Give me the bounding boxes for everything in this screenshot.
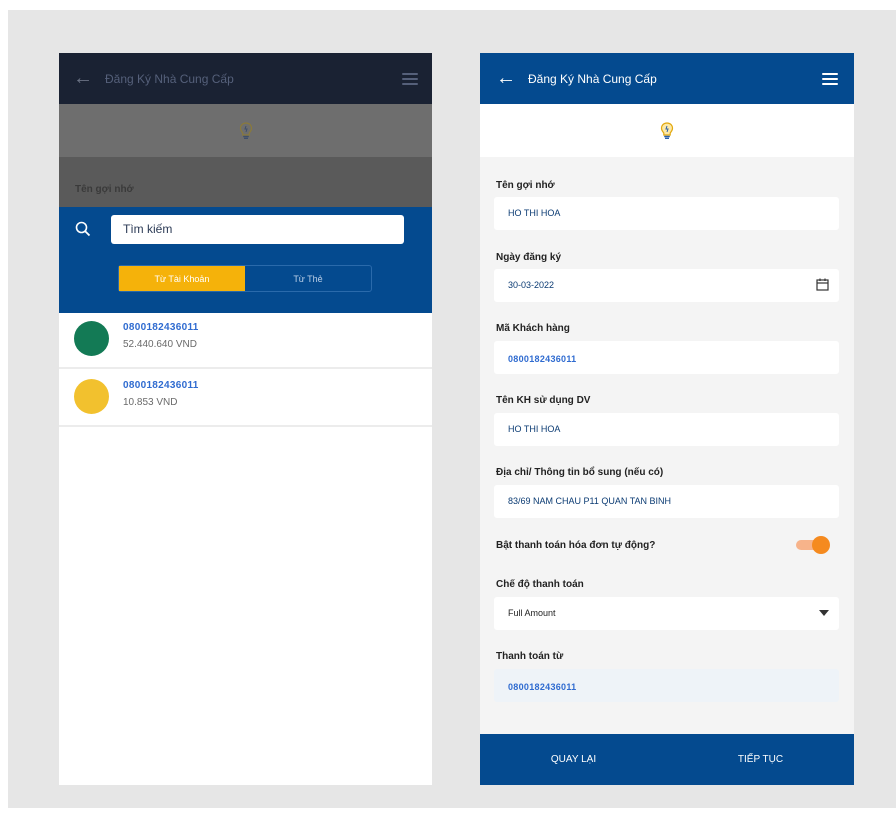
account-list-item[interactable]: 0800182436011 52.440.640 VND bbox=[59, 313, 432, 369]
app-bar-dimmed: ← Đăng Ký Nhà Cung Cấp bbox=[59, 53, 432, 104]
customer-code-label: Mã Khách hàng bbox=[496, 323, 570, 334]
auto-pay-label: Bật thanh toán hóa đơn tự động? bbox=[496, 540, 656, 551]
hamburger-menu-icon[interactable] bbox=[402, 72, 418, 85]
lightbulb-icon bbox=[660, 121, 674, 139]
account-balance: 52.440.640 VND bbox=[123, 339, 197, 350]
auto-pay-toggle[interactable] bbox=[796, 536, 830, 554]
account-number: 0800182436011 bbox=[123, 322, 199, 333]
account-avatar bbox=[74, 379, 109, 414]
account-list-item[interactable]: 0800182436011 10.853 VND bbox=[59, 371, 432, 427]
pay-from-label: Thanh toán từ bbox=[496, 651, 564, 662]
account-avatar bbox=[74, 321, 109, 356]
nickname-field[interactable]: HO THI HOA bbox=[494, 197, 839, 230]
app-bar: ← Đăng Ký Nhà Cung Cấp bbox=[480, 53, 854, 104]
account-picker-screen: ← Đăng Ký Nhà Cung Cấp Tên gợi nhớ Tìm k… bbox=[59, 53, 432, 785]
toggle-knob bbox=[812, 536, 830, 554]
search-input[interactable]: Tìm kiếm bbox=[111, 215, 404, 244]
nickname-label-dimmed: Tên gợi nhớ bbox=[75, 184, 134, 195]
account-balance: 10.853 VND bbox=[123, 397, 178, 408]
service-user-label: Tên KH sử dụng DV bbox=[496, 395, 591, 406]
calendar-icon[interactable] bbox=[816, 278, 829, 291]
register-date-label: Ngày đăng ký bbox=[496, 252, 562, 263]
pay-from-field[interactable]: 0800182436011 bbox=[494, 669, 839, 702]
hamburger-menu-icon[interactable] bbox=[822, 72, 838, 85]
bottom-action-bar: QUAY LẠI TIẾP TỤC bbox=[480, 734, 854, 785]
search-panel: Tìm kiếm Từ Tài Khoản Từ Thẻ bbox=[59, 207, 432, 313]
arrow-left-icon[interactable]: ← bbox=[73, 67, 105, 90]
caret-down-icon bbox=[819, 610, 829, 616]
customer-code-field[interactable]: 0800182436011 bbox=[494, 341, 839, 374]
payment-mode-label: Chế độ thanh toán bbox=[496, 579, 584, 590]
logo-area bbox=[480, 104, 854, 157]
app-bar-title: Đăng Ký Nhà Cung Cấp bbox=[105, 71, 234, 86]
dimmed-logo-area bbox=[59, 104, 432, 157]
register-date-value: 30-03-2022 bbox=[508, 280, 555, 290]
address-field[interactable]: 83/69 NAM CHAU P11 QUAN TAN BINH bbox=[494, 485, 839, 518]
next-button[interactable]: TIẾP TỤC bbox=[667, 734, 854, 785]
tab-from-card[interactable]: Từ Thẻ bbox=[245, 266, 371, 291]
provider-registration-screen: ← Đăng Ký Nhà Cung Cấp Tên gợi nhớ HO TH… bbox=[480, 53, 854, 785]
service-user-field[interactable]: HO THI HOA bbox=[494, 413, 839, 446]
tab-from-account[interactable]: Từ Tài Khoản bbox=[119, 266, 245, 291]
address-label: Địa chỉ/ Thông tin bổ sung (nếu có) bbox=[496, 467, 664, 478]
app-bar-title: Đăng Ký Nhà Cung Cấp bbox=[528, 71, 657, 86]
register-date-field[interactable]: 30-03-2022 bbox=[494, 269, 839, 302]
payment-mode-value: Full Amount bbox=[508, 608, 556, 618]
nickname-label: Tên gợi nhớ bbox=[496, 180, 555, 191]
arrow-left-icon[interactable]: ← bbox=[496, 67, 528, 90]
search-icon[interactable] bbox=[75, 221, 91, 237]
payment-mode-select[interactable]: Full Amount bbox=[494, 597, 839, 630]
lightbulb-icon bbox=[239, 121, 252, 139]
back-button[interactable]: QUAY LẠI bbox=[480, 734, 667, 785]
account-number: 0800182436011 bbox=[123, 380, 199, 391]
dimmed-nickname-row: Tên gợi nhớ bbox=[59, 157, 432, 207]
source-tabs: Từ Tài Khoản Từ Thẻ bbox=[118, 265, 372, 292]
